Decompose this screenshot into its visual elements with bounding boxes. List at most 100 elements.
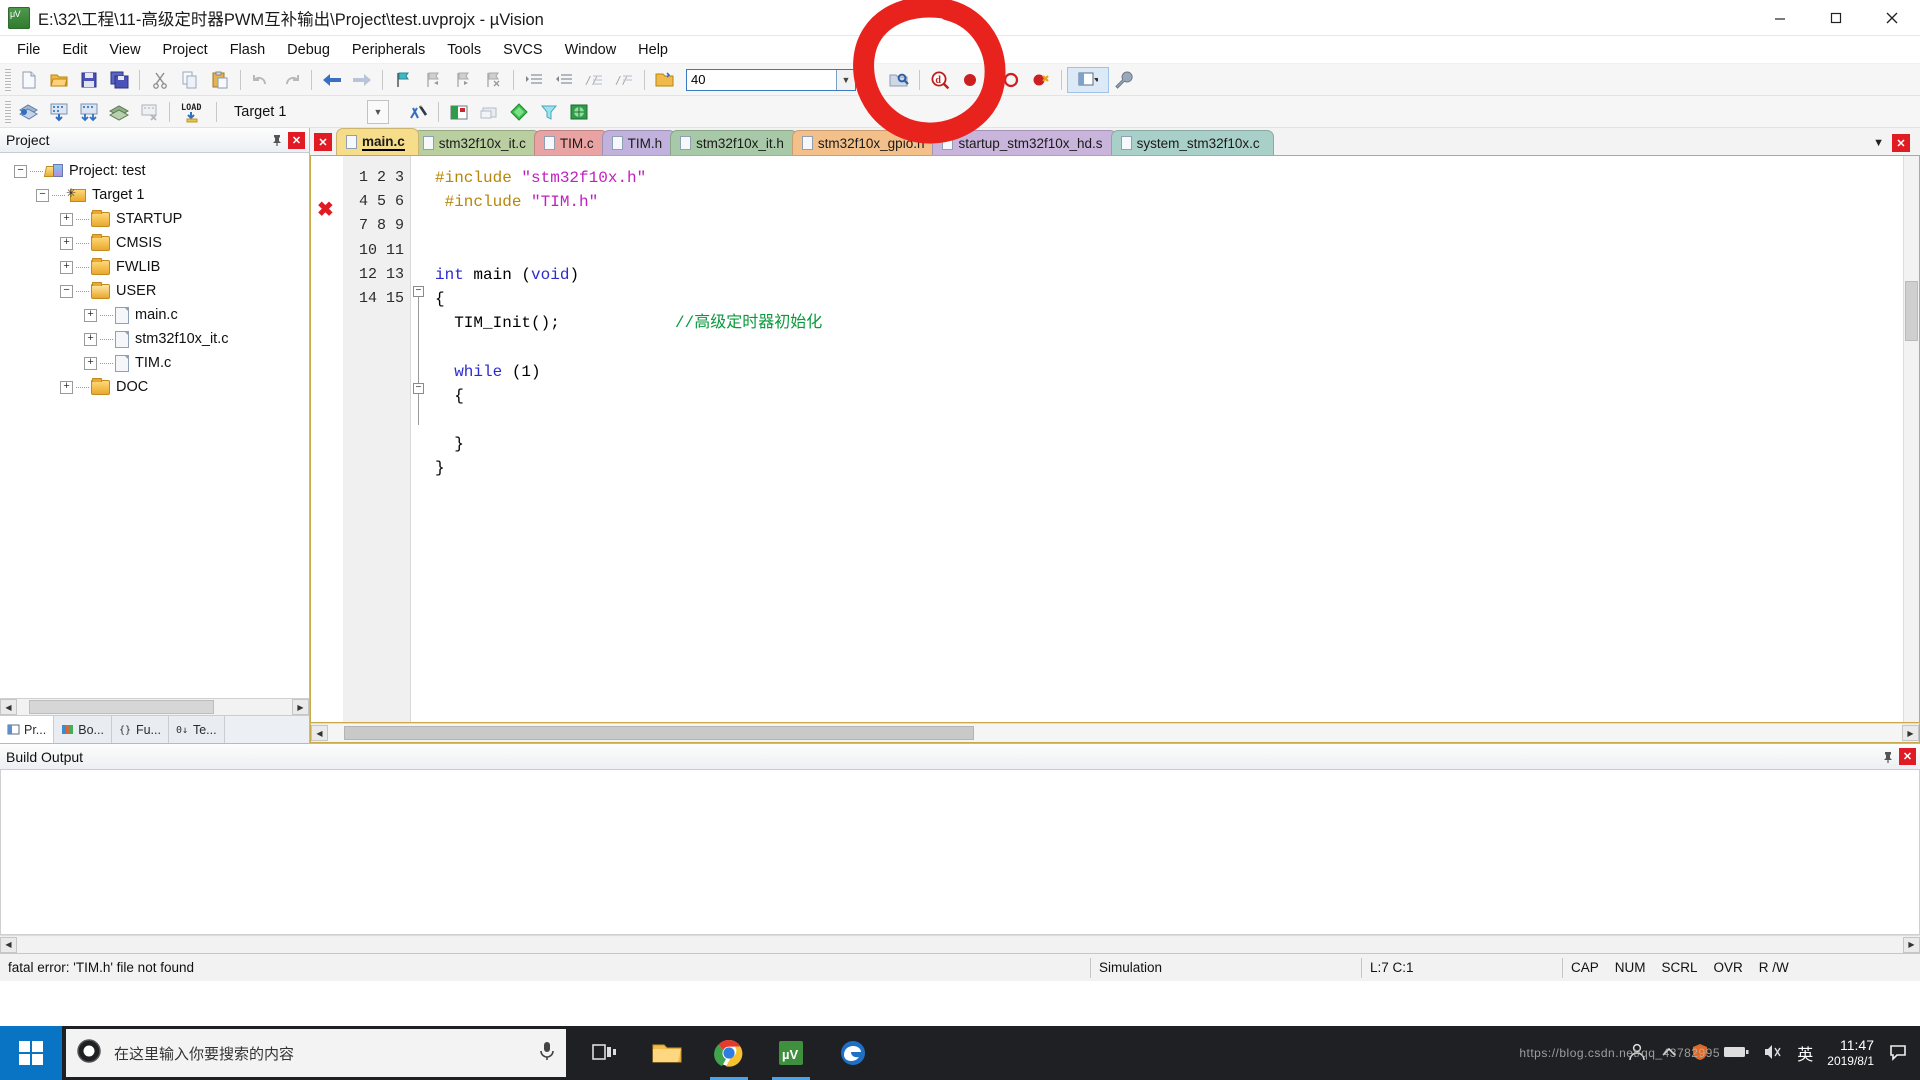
indent-right-icon[interactable] <box>519 67 549 93</box>
new-file-icon[interactable] <box>14 67 44 93</box>
microphone-icon[interactable] <box>538 1040 556 1067</box>
expander-icon[interactable]: + <box>60 236 73 250</box>
bookmark-prev-icon[interactable] <box>418 67 448 93</box>
windows-start-icon[interactable] <box>0 1026 62 1080</box>
tree-node-target[interactable]: − ✳ Target 1 <box>0 183 309 207</box>
editor-vscrollbar[interactable] <box>1903 156 1919 722</box>
chevron-left-icon[interactable]: ◀ <box>0 699 17 715</box>
build-output-hscrollbar[interactable]: ◀ ▶ <box>0 935 1920 953</box>
tree-node-doc[interactable]: + DOC <box>0 375 309 399</box>
tree-node-stm32f10x-it-c[interactable]: + stm32f10x_it.c <box>0 327 309 351</box>
tree-node-startup[interactable]: + STARTUP <box>0 207 309 231</box>
tab-books[interactable]: Bo... <box>54 716 112 743</box>
breakpoint-icon[interactable] <box>955 67 985 93</box>
expander-icon[interactable]: + <box>84 356 97 370</box>
window-layout-icon[interactable] <box>1067 66 1109 93</box>
comment-icon[interactable]: // <box>579 67 609 93</box>
code-folding-gutter[interactable]: − − <box>411 156 427 722</box>
menu-file[interactable]: File <box>6 38 51 62</box>
menu-debug[interactable]: Debug <box>276 38 341 62</box>
debug-zoom-icon[interactable]: d <box>925 67 955 93</box>
expander-icon[interactable]: − <box>14 164 27 178</box>
tab-project[interactable]: Pr... <box>0 716 55 743</box>
configure-icon[interactable] <box>1109 67 1139 93</box>
download-icon[interactable]: LOAD <box>175 99 211 125</box>
menu-flash[interactable]: Flash <box>219 38 276 62</box>
undo-icon[interactable] <box>246 67 276 93</box>
tab-functions[interactable]: {} Fu... <box>111 716 169 743</box>
multi-project-icon[interactable] <box>474 99 504 125</box>
scrollbar-track[interactable] <box>17 936 1903 953</box>
notifications-icon[interactable] <box>1888 1042 1908 1065</box>
open-file-browse-icon[interactable] <box>650 67 680 93</box>
close-document-icon[interactable]: ✕ <box>314 133 332 151</box>
battery-icon[interactable] <box>1723 1045 1749 1062</box>
expander-icon[interactable]: + <box>84 308 97 322</box>
editor-tab-system-stm32f10x-c[interactable]: system_stm32f10x.c <box>1110 130 1274 155</box>
close-icon[interactable]: ✕ <box>1899 748 1916 765</box>
fold-toggle-icon[interactable]: − <box>413 383 424 394</box>
open-file-icon[interactable] <box>44 67 74 93</box>
pack-installer-icon[interactable] <box>504 99 534 125</box>
tab-templates[interactable]: 0↓ Te... <box>168 716 225 743</box>
menu-view[interactable]: View <box>98 38 151 62</box>
source-browse-icon[interactable] <box>564 99 594 125</box>
chevron-right-icon[interactable]: ▶ <box>292 699 309 715</box>
run-to-main-icon[interactable] <box>534 99 564 125</box>
save-icon[interactable] <box>74 67 104 93</box>
close-icon[interactable]: ✕ <box>288 131 305 149</box>
disable-breakpoint-icon[interactable] <box>996 67 1026 93</box>
navigate-forward-icon[interactable] <box>347 67 377 93</box>
expander-icon[interactable]: + <box>60 260 73 274</box>
menu-peripherals[interactable]: Peripherals <box>341 38 436 62</box>
taskbar-search-box[interactable]: 在这里输入你要搜索的内容 <box>66 1029 566 1077</box>
kill-breakpoints-icon[interactable] <box>1026 67 1056 93</box>
rebuild-icon[interactable] <box>74 99 104 125</box>
code-editor[interactable]: ✖ 1 2 3 4 5 6 7 8 9 10 11 12 13 14 15 − … <box>310 156 1920 723</box>
uncomment-icon[interactable]: // <box>609 67 639 93</box>
find-in-files-icon[interactable] <box>884 67 914 93</box>
menu-project[interactable]: Project <box>152 38 219 62</box>
menu-help[interactable]: Help <box>627 38 679 62</box>
pin-icon[interactable] <box>1880 749 1896 765</box>
editor-tab-startup-s[interactable]: startup_stm32f10x_hd.s <box>932 130 1117 155</box>
file-explorer-icon[interactable] <box>638 1026 696 1080</box>
tree-node-tim-c[interactable]: + TIM.c <box>0 351 309 375</box>
project-tree[interactable]: − Project: test − ✳ Target 1 + STARTUP +… <box>0 153 309 698</box>
close-icon[interactable] <box>1864 0 1920 36</box>
editor-tab-tim-h[interactable]: TIM.h <box>601 130 677 155</box>
bookmark-next-icon[interactable] <box>448 67 478 93</box>
target-options-icon[interactable] <box>403 99 433 125</box>
chevron-down-icon[interactable]: ▼ <box>836 69 855 90</box>
bookmark-toggle-icon[interactable] <box>388 67 418 93</box>
uvision-icon[interactable]: µV <box>762 1026 820 1080</box>
expander-icon[interactable]: − <box>36 188 49 202</box>
scrollbar-thumb[interactable] <box>344 726 974 740</box>
editor-tab-main-c[interactable]: main.c <box>336 128 419 155</box>
save-all-icon[interactable] <box>104 67 134 93</box>
cut-icon[interactable] <box>145 67 175 93</box>
maximize-icon[interactable] <box>1808 0 1864 36</box>
manage-project-icon[interactable] <box>444 99 474 125</box>
tree-node-project[interactable]: − Project: test <box>0 159 309 183</box>
project-tree-hscrollbar[interactable]: ◀ ▶ <box>0 698 309 715</box>
pin-icon[interactable] <box>269 132 285 148</box>
chevron-left-icon[interactable]: ◀ <box>0 936 17 953</box>
menu-window[interactable]: Window <box>554 38 628 62</box>
chevron-right-icon[interactable]: ▶ <box>1903 936 1920 953</box>
chevron-right-icon[interactable]: ▶ <box>1902 725 1919 741</box>
bookmark-clear-icon[interactable] <box>478 67 508 93</box>
toolbar-grip[interactable] <box>5 68 11 91</box>
volume-icon[interactable] <box>1763 1043 1783 1064</box>
scrollbar-thumb[interactable] <box>1905 281 1918 341</box>
editor-tab-stm32f10x-it-h[interactable]: stm32f10x_it.h <box>670 130 798 155</box>
menu-edit[interactable]: Edit <box>51 38 98 62</box>
translate-icon[interactable] <box>14 99 44 125</box>
close-icon[interactable]: ✕ <box>1892 134 1910 152</box>
tree-node-main-c[interactable]: + main.c <box>0 303 309 327</box>
stop-build-icon[interactable] <box>134 99 164 125</box>
scrollbar-thumb[interactable] <box>29 700 214 714</box>
edge-icon[interactable] <box>824 1026 882 1080</box>
tree-node-user[interactable]: − USER <box>0 279 309 303</box>
editor-tab-stm32f10x-gpio-h[interactable]: stm32f10x_gpio.h <box>791 130 939 155</box>
